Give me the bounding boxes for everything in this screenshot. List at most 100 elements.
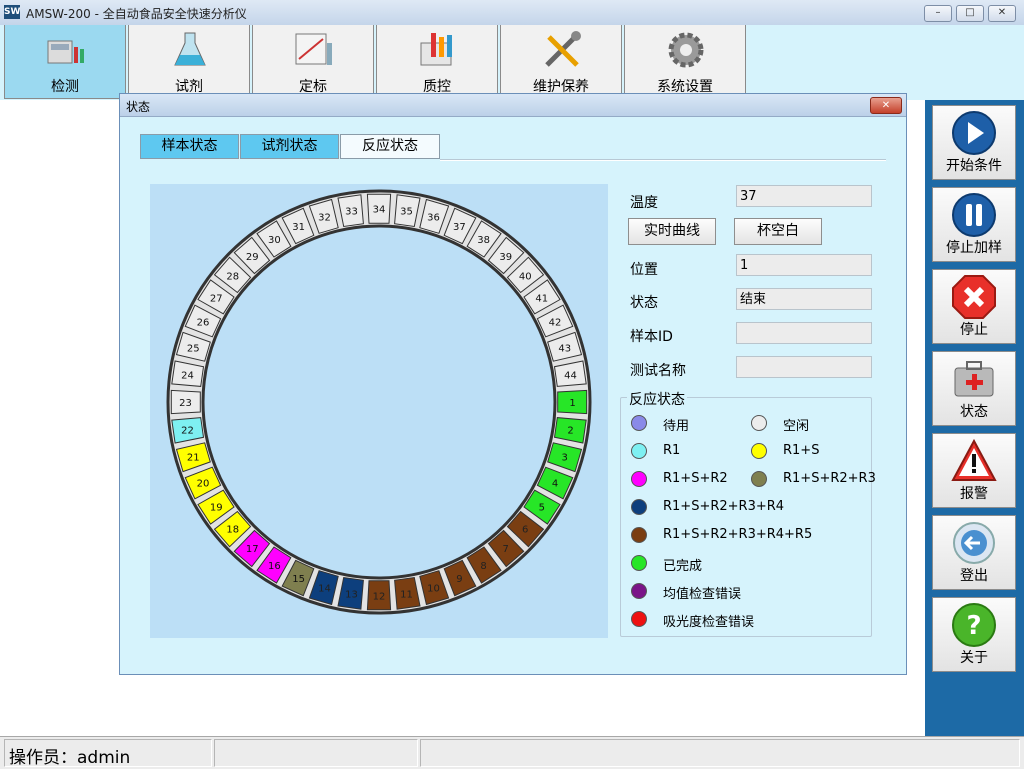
cuvette-number: 44 <box>564 371 577 382</box>
cuvette-number: 33 <box>345 207 358 218</box>
cuvette-number: 37 <box>453 222 466 233</box>
logout-icon <box>953 522 995 564</box>
reaction-disk: 1234567891011121314151617181920212223242… <box>166 189 592 615</box>
cuvette-number: 15 <box>292 574 305 585</box>
legend-label: R1+S+R2+R3 <box>783 471 876 486</box>
cuvette-number: 8 <box>480 561 486 572</box>
cuvette-number: 4 <box>552 478 558 489</box>
cuvette-number: 30 <box>268 235 281 246</box>
legend-swatch <box>631 499 647 515</box>
cuvette-number: 6 <box>522 525 528 536</box>
tab-reaction-status[interactable]: 反应状态 <box>340 134 440 159</box>
maintenance-icon <box>545 31 581 67</box>
legend-label: 吸光度检查错误 <box>663 615 755 630</box>
cuvette-number: 36 <box>427 212 440 223</box>
tab-underline <box>440 159 886 161</box>
cuvette-number: 31 <box>292 222 305 233</box>
tab-quality-control[interactable]: 质控 <box>376 25 498 99</box>
temperature-field: 37 <box>736 185 872 207</box>
tab-maintenance[interactable]: 维护保养 <box>500 25 622 99</box>
main-toolbar: 检测 试剂 定标 质控 维护保养 系统设置 <box>0 25 1024 100</box>
button-label: 停止加样 <box>946 240 1002 256</box>
cuvette-number: 23 <box>179 398 192 409</box>
cuvette-number: 16 <box>268 561 281 572</box>
legend-swatch <box>631 471 647 487</box>
cuvette-number: 39 <box>499 252 512 263</box>
side-button-panel: 开始条件 停止加样 停止 状态 报警 登出 ? 关于 <box>925 100 1024 736</box>
stop-icon <box>952 275 996 319</box>
legend-swatch <box>751 471 767 487</box>
state-field: 结束 <box>736 288 872 310</box>
operator-label: 操作员：admin <box>9 748 131 768</box>
tab-label: 检测 <box>51 79 79 95</box>
legend-label: R1+S+R2+R3+R4 <box>663 499 785 514</box>
legend-label: 已完成 <box>663 559 703 574</box>
legend-swatch <box>751 443 767 459</box>
title-bar: SW AMSW-200 - 全自动食品安全快速分析仪 – □ ✕ <box>0 0 1024 26</box>
tab-reagent[interactable]: 试剂 <box>128 25 250 99</box>
button-label: 开始条件 <box>946 158 1002 174</box>
first-aid-icon <box>954 361 994 397</box>
cuvette-number: 28 <box>226 271 239 282</box>
dialog-title: 状态 <box>126 100 151 114</box>
status-bar: 操作员：admin <box>0 736 1024 769</box>
sample-id-field <box>736 322 872 344</box>
stop-sampling-button[interactable]: 停止加样 <box>932 187 1016 262</box>
cuvette-number: 21 <box>187 453 200 464</box>
position-field: 1 <box>736 254 872 276</box>
app-logo-icon: SW <box>4 5 21 19</box>
reaction-plate-panel: 1 2 3 4 5 6 7 8 9 10 11 12 13 14 15 16 17 18 19 20 21 22 23 24 2… <box>150 184 608 638</box>
legend-label: 均值检查错误 <box>663 587 742 602</box>
cuvette-number: 18 <box>226 525 239 536</box>
test-name-label: 测试名称 <box>630 363 686 379</box>
reaction-state-legend: 反应状态 待用 空闲 R1 R1+S R1+S+R2 R1+S+R2+R3 R1+S+R2+… <box>620 389 876 637</box>
legend-title: 反应状态 <box>627 389 687 409</box>
cuvette-number: 35 <box>400 207 413 218</box>
tab-settings[interactable]: 系统设置 <box>624 25 746 99</box>
start-conditions-button[interactable]: 开始条件 <box>932 105 1016 180</box>
tab-sample-status[interactable]: 样本状态 <box>140 134 239 159</box>
logout-button[interactable]: 登出 <box>932 515 1016 590</box>
cup-blank-button[interactable]: 杯空白 <box>734 218 822 245</box>
cuvette-number: 11 <box>400 590 413 601</box>
cuvette-number: 42 <box>549 318 562 329</box>
button-label: 报警 <box>960 486 988 502</box>
stop-button[interactable]: 停止 <box>932 269 1016 344</box>
cuvette-number: 1 <box>569 398 575 409</box>
sample-id-label: 样本ID <box>630 329 673 345</box>
cuvette-number: 34 <box>373 205 386 216</box>
reagent-icon <box>174 32 206 66</box>
cuvette-number: 43 <box>558 344 571 355</box>
cuvette-number: 41 <box>535 293 548 304</box>
state-label: 状态 <box>630 295 658 311</box>
quality-control-icon <box>420 33 452 66</box>
button-label: 关于 <box>960 650 988 666</box>
status-button[interactable]: 状态 <box>932 351 1016 426</box>
close-window-button[interactable]: ✕ <box>988 5 1016 22</box>
cuvette-number: 29 <box>246 252 259 263</box>
legend-swatch <box>631 415 647 431</box>
cuvette-number: 3 <box>562 453 568 464</box>
window-title: AMSW-200 - 全自动食品安全快速分析仪 <box>26 7 247 21</box>
legend-label: 待用 <box>663 419 690 434</box>
about-button[interactable]: ? 关于 <box>932 597 1016 672</box>
minimize-button[interactable]: – <box>924 5 952 22</box>
position-label: 位置 <box>630 262 658 278</box>
maximize-button[interactable]: □ <box>956 5 984 22</box>
cuvette-number: 38 <box>477 235 490 246</box>
cuvette-number: 22 <box>181 426 194 437</box>
tab-detect[interactable]: 检测 <box>4 25 126 99</box>
temperature-label: 温度 <box>630 195 658 211</box>
pause-icon <box>952 193 996 237</box>
dialog-close-button[interactable]: ✕ <box>870 97 902 114</box>
realtime-curve-button[interactable]: 实时曲线 <box>628 218 716 245</box>
legend-label: R1+S+R2+R3+R4+R5 <box>663 527 813 542</box>
tab-calibrate[interactable]: 定标 <box>252 25 374 99</box>
cuvette-number: 12 <box>373 592 386 603</box>
legend-swatch <box>631 527 647 543</box>
legend-swatch <box>631 583 647 599</box>
cuvette-number: 9 <box>456 574 462 585</box>
cuvette-number: 17 <box>246 544 259 555</box>
alarm-button[interactable]: 报警 <box>932 433 1016 508</box>
tab-reagent-status[interactable]: 试剂状态 <box>240 134 339 159</box>
